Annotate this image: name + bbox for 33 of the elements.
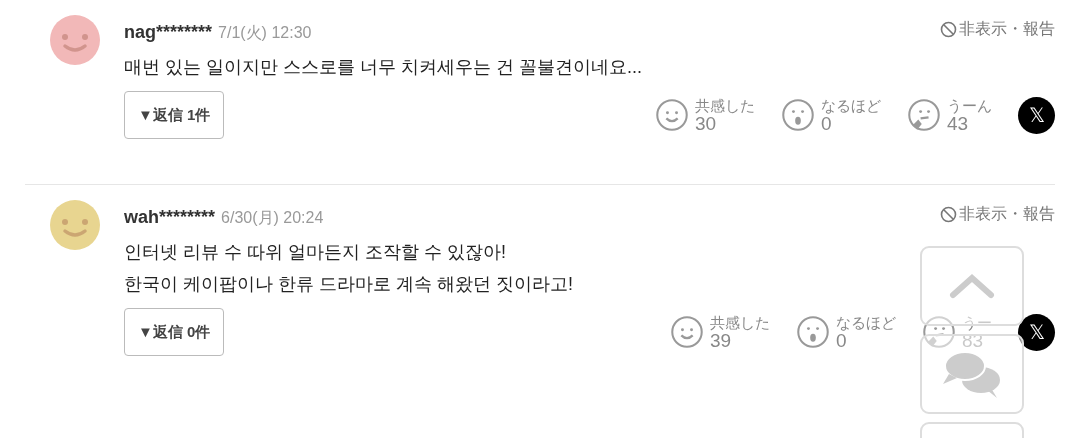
reaction-label[interactable]: 共感した — [695, 97, 755, 114]
reaction-count: 43 — [947, 114, 970, 133]
hide-report-link[interactable]: 非表示・報告 — [959, 17, 1055, 41]
reaction-label[interactable]: 共感した — [710, 314, 770, 331]
comment-time: 7/1(火) 12:30 — [218, 22, 312, 43]
reaction-count: 39 — [710, 331, 733, 350]
prohibited-icon[interactable] — [940, 205, 957, 223]
surprised-face-icon[interactable] — [781, 98, 815, 132]
smiley-icon[interactable] — [670, 315, 704, 349]
comment-text: 한국이 케이팝이나 한류 드라마로 계속 해왔던 짓이라고! — [124, 273, 573, 296]
hide-report-link[interactable]: 非表示・報告 — [959, 202, 1055, 226]
share-button[interactable]: 𝕏 — [1018, 313, 1055, 351]
user-name: wah******** — [124, 205, 216, 229]
comment-time: 6/30(月) 20:24 — [221, 207, 324, 228]
user-name: nag******** — [124, 20, 213, 44]
smiley-icon[interactable] — [655, 98, 689, 132]
reaction-label[interactable]: うーん — [947, 97, 992, 114]
thinking-face-icon[interactable] — [922, 315, 956, 349]
reaction-count: 0 — [821, 114, 832, 133]
share-button[interactable]: 𝕏 — [1018, 96, 1055, 134]
reply-toggle-button[interactable]: ▼返信 0件 — [124, 308, 225, 356]
reaction-count: 30 — [695, 114, 718, 133]
comment-text: 인터넷 리뷰 수 따위 얼마든지 조작할 수 있잖아! — [124, 241, 506, 264]
side-button[interactable] — [920, 334, 1024, 414]
chevron-up-icon — [949, 273, 995, 299]
surprised-face-icon[interactable] — [796, 315, 830, 349]
thinking-face-icon[interactable] — [907, 98, 941, 132]
reaction-count: 0 — [836, 331, 847, 350]
reaction-label[interactable]: なるほど — [821, 97, 881, 114]
reaction-label[interactable]: なるほど — [836, 314, 896, 331]
reply-toggle-button[interactable]: ▼返信 1件 — [124, 91, 225, 139]
comment-text: 매번 있는 일이지만 스스로를 너무 치켜세우는 건 꼴불견이네요... — [124, 56, 642, 79]
prohibited-icon[interactable] — [940, 20, 957, 38]
